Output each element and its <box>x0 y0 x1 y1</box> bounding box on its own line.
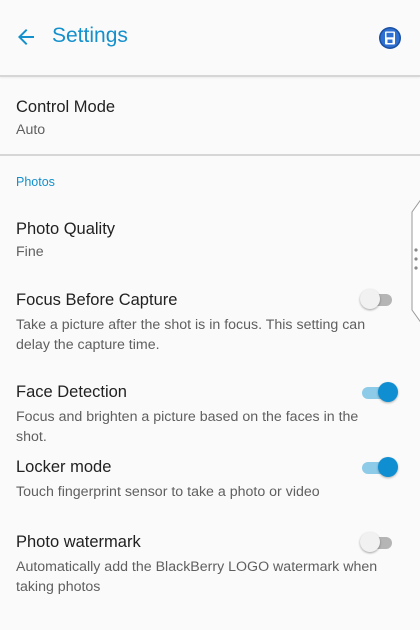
photos-section-header: Photos <box>16 175 55 189</box>
face-detection-description: Focus and brighten a picture based on th… <box>16 409 359 445</box>
photo-watermark-item[interactable]: Photo watermark Automatically add the Bl… <box>0 524 420 596</box>
app-bar: Settings <box>0 0 420 77</box>
section-divider <box>0 154 420 156</box>
locker-mode-label: Locker mode <box>16 458 112 476</box>
control-mode-item[interactable]: Control Mode Auto <box>0 90 420 152</box>
locker-mode-toggle[interactable] <box>362 457 398 479</box>
focus-before-capture-item[interactable]: Focus Before Capture Take a picture afte… <box>0 282 420 354</box>
face-detection-toggle[interactable] <box>362 382 398 404</box>
photo-quality-value: Fine <box>16 244 44 260</box>
photo-quality-label: Photo Quality <box>16 220 116 238</box>
toggle-thumb <box>360 532 380 552</box>
face-detection-label: Face Detection <box>16 383 127 401</box>
photo-watermark-toggle[interactable] <box>360 532 392 554</box>
control-mode-value: Auto <box>16 122 46 138</box>
focus-before-capture-description: Take a picture after the shot is in focu… <box>16 317 366 353</box>
locker-mode-item[interactable]: Locker mode Touch fingerprint sensor to … <box>0 449 420 505</box>
back-arrow-icon[interactable] <box>14 25 38 49</box>
save-icon[interactable] <box>378 26 402 50</box>
face-detection-item[interactable]: Face Detection Focus and brighten a pict… <box>0 374 420 445</box>
photo-watermark-description: Automatically add the BlackBerry LOGO wa… <box>16 559 378 595</box>
photo-quality-item[interactable]: Photo Quality Fine <box>0 212 420 274</box>
toggle-thumb <box>378 382 398 402</box>
focus-before-capture-label: Focus Before Capture <box>16 291 178 309</box>
focus-before-capture-toggle[interactable] <box>360 289 392 311</box>
locker-mode-description: Touch fingerprint sensor to take a photo… <box>16 484 320 500</box>
toggle-thumb <box>378 457 398 477</box>
page-title: Settings <box>52 24 128 47</box>
toggle-thumb <box>360 289 380 309</box>
control-mode-label: Control Mode <box>16 98 116 116</box>
photo-watermark-label: Photo watermark <box>16 533 141 551</box>
edge-panel-handle[interactable] <box>410 198 420 324</box>
